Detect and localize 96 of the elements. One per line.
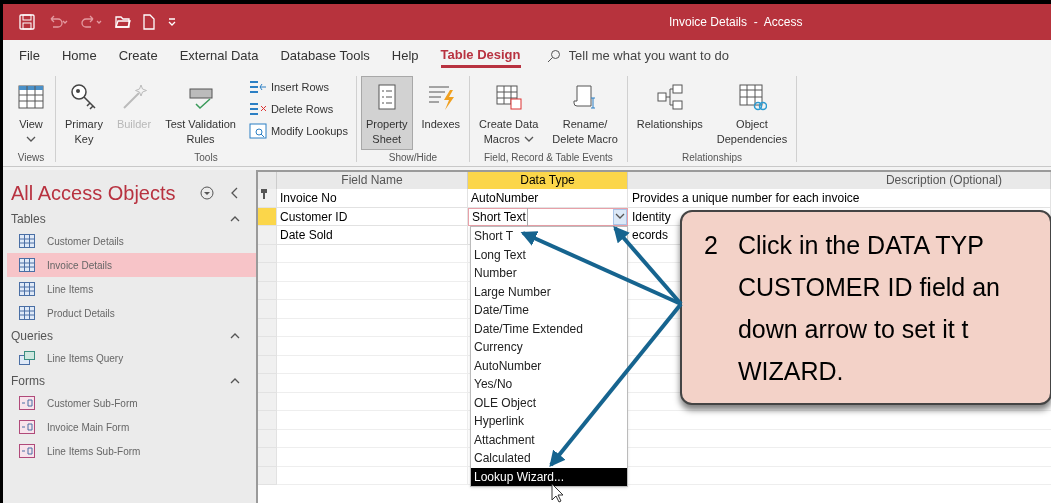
ribbon-button[interactable]: Create Data Macros xyxy=(474,76,544,150)
callout-text: down arrow to set it t xyxy=(737,314,970,345)
dropdown-option[interactable]: Calculated xyxy=(471,449,627,468)
table-icon xyxy=(19,282,35,296)
table-cell[interactable]: Date Sold xyxy=(277,226,468,245)
dropdown-option[interactable]: Long Text xyxy=(471,245,627,264)
dropdown-option[interactable]: Attachment xyxy=(471,430,627,449)
nav-item[interactable]: Line Items xyxy=(7,277,256,301)
query-icon xyxy=(19,351,35,365)
search-field[interactable]: Tell me what you want to do xyxy=(546,46,789,66)
form-icon xyxy=(19,396,35,410)
collapse-chevron-icon[interactable] xyxy=(230,187,240,199)
dependencies-icon xyxy=(737,82,767,112)
section-header[interactable]: Forms xyxy=(11,371,45,390)
ribbon-button[interactable]: Test Validation Rules xyxy=(160,76,241,150)
ribbon-button[interactable]: View xyxy=(11,76,51,150)
menu-tab[interactable]: Table Design xyxy=(440,44,521,68)
nav-item[interactable]: Line Items Sub-Form xyxy=(7,439,256,463)
table-cell[interactable]: AutoNumber xyxy=(468,189,628,208)
chevron-icon[interactable] xyxy=(230,332,240,339)
save-icon[interactable] xyxy=(19,14,35,30)
dropdown-option[interactable]: Yes/No xyxy=(471,375,627,394)
table-cell[interactable]: Customer ID xyxy=(277,207,468,226)
data-macro-icon xyxy=(493,82,524,112)
nav-item[interactable]: Customer Sub-Form xyxy=(7,391,256,415)
dropdown-circle-icon[interactable] xyxy=(200,186,214,200)
ribbon-group-label: Views xyxy=(16,151,46,165)
form-icon xyxy=(19,420,35,434)
document-icon[interactable] xyxy=(143,14,155,30)
ribbon-small-button[interactable]: Modify Lookups xyxy=(244,120,352,142)
dropdown-option[interactable]: Hyperlink xyxy=(471,412,627,431)
relationships-icon xyxy=(654,82,685,112)
ribbon-button[interactable]: Indexes xyxy=(416,76,466,150)
section-header[interactable]: Tables xyxy=(11,209,46,228)
column-header[interactable]: Data Type xyxy=(468,172,628,189)
chevron-icon[interactable] xyxy=(523,136,534,143)
table-icon xyxy=(19,258,35,272)
search-icon xyxy=(546,49,561,63)
table-icon xyxy=(16,82,46,112)
customize-icon[interactable] xyxy=(167,17,177,27)
nav-item[interactable]: Invoice Main Form xyxy=(7,415,256,439)
table-icon xyxy=(19,306,35,320)
table-cell[interactable]: Provides a unique number for each invoice xyxy=(628,189,1051,208)
ribbon-group-label: Show/Hide xyxy=(387,151,439,165)
dropdown-option[interactable]: Number xyxy=(471,264,627,283)
lookup-icon xyxy=(248,123,267,139)
form-icon xyxy=(19,444,35,458)
folder-icon[interactable] xyxy=(115,15,131,29)
column-header[interactable]: Description (Optional) xyxy=(628,172,1051,189)
menu-tab[interactable]: External Data xyxy=(179,44,259,68)
chevron-icon[interactable] xyxy=(615,213,625,221)
nav-item[interactable]: Line Items Query xyxy=(7,346,256,370)
nav-item[interactable]: Product Details xyxy=(7,301,256,325)
callout-text: CUSTOMER ID field an xyxy=(737,272,1000,303)
ribbon-button[interactable]: Object Dependencies xyxy=(711,76,793,150)
chevron-icon[interactable] xyxy=(230,377,240,384)
ribbon-button[interactable]: Rename/ Delete Macro xyxy=(547,76,623,150)
menu-tab[interactable]: File xyxy=(19,44,40,68)
dropdown-option[interactable]: Date/Time xyxy=(471,301,627,320)
callout-text: WIZARD. xyxy=(737,356,845,387)
menu-tab[interactable]: Create xyxy=(118,44,158,68)
menu-tab[interactable]: Database Tools xyxy=(280,44,370,68)
ribbon-group-label: Field, Record & Table Events xyxy=(483,151,614,165)
row-selector[interactable] xyxy=(258,189,277,208)
nav-item[interactable]: Customer Details xyxy=(7,229,256,253)
chevron-icon[interactable] xyxy=(26,136,36,143)
dropdown-arrow-button[interactable] xyxy=(613,208,627,225)
ribbon-small-button[interactable]: Insert Rows xyxy=(244,76,352,98)
key-icon xyxy=(261,189,267,199)
ribbon-button[interactable]: Relationships xyxy=(631,76,708,150)
dropdown-option[interactable]: AutoNumber xyxy=(471,356,627,375)
ribbon-small-button[interactable]: Delete Rows xyxy=(244,98,352,120)
delete-rows-icon xyxy=(248,101,267,117)
window-title: Invoice Details - Access xyxy=(669,14,803,31)
insert-rows-icon xyxy=(248,79,267,95)
nav-item[interactable]: Invoice Details xyxy=(7,253,256,277)
ribbon-button[interactable]: Primary Key xyxy=(60,76,108,150)
chevron-icon[interactable] xyxy=(230,215,240,222)
dropdown-option[interactable]: Large Number xyxy=(471,282,627,301)
dropdown-option[interactable]: Date/Time Extended xyxy=(471,319,627,338)
ribbon-group-label: Relationships xyxy=(680,151,743,165)
dropdown-option[interactable]: Lookup Wizard... xyxy=(471,467,627,486)
ribbon-button[interactable]: Property Sheet xyxy=(360,76,413,150)
menu-tab[interactable]: Help xyxy=(391,44,419,68)
step-number: 2 xyxy=(704,230,718,261)
ribbon-group-label: Tools xyxy=(193,151,219,165)
menu-tab[interactable]: Home xyxy=(61,44,97,68)
section-header[interactable]: Queries xyxy=(11,326,54,345)
table-cell[interactable]: Invoice No xyxy=(277,189,468,208)
table-icon xyxy=(19,234,35,248)
callout-text: Click in the DATA TYP xyxy=(737,230,985,261)
dropdown-option[interactable]: Short T xyxy=(471,227,627,246)
redo-icon[interactable] xyxy=(81,14,103,30)
dropdown-option[interactable]: Currency xyxy=(471,338,627,357)
dropdown-option[interactable]: OLE Object xyxy=(471,393,627,412)
pane-title: All Access Objects xyxy=(11,181,176,206)
